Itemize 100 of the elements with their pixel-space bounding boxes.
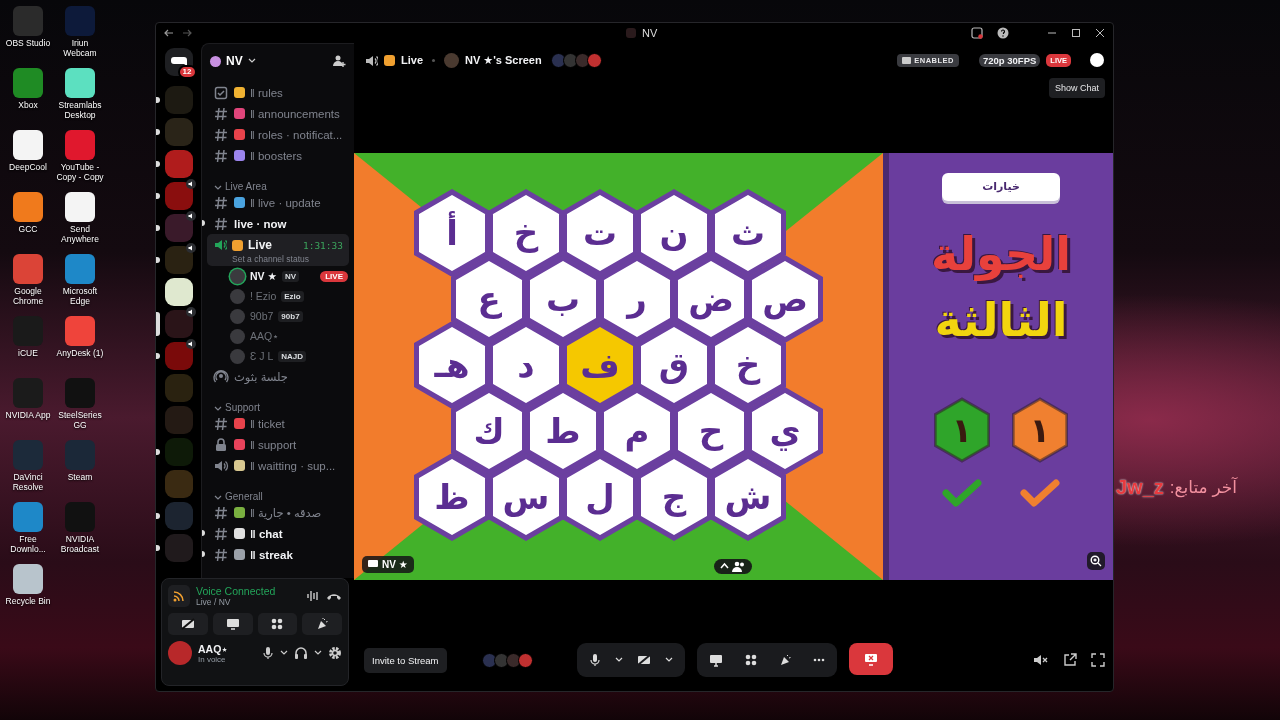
help-icon[interactable] [997, 27, 1009, 39]
member-name[interactable]: Ɛ J L [250, 350, 274, 362]
settings-icon[interactable] [328, 646, 342, 660]
add-member-icon[interactable] [332, 54, 346, 68]
channel-item[interactable]: ‖ boosters [207, 145, 349, 166]
channel-name[interactable]: Live [401, 54, 423, 66]
letter-tile[interactable]: ن [636, 188, 712, 277]
letter-tile[interactable]: ي [747, 386, 823, 475]
letter-tile[interactable]: أ [414, 188, 490, 277]
letter-tile[interactable]: ط [525, 386, 601, 475]
server-name[interactable]: NV [226, 54, 243, 68]
channel-item[interactable]: ‖ announcements [207, 103, 349, 124]
mute-icon[interactable] [1033, 653, 1049, 667]
app-label[interactable]: Send Anywhere [54, 224, 106, 244]
channel-item[interactable]: ‖ support [207, 434, 349, 455]
invite-button[interactable]: Invite to Stream [364, 647, 447, 673]
channel-item[interactable]: ‖ rules [207, 82, 349, 103]
close-icon[interactable] [1095, 28, 1105, 38]
app-label[interactable]: DeepCool [2, 162, 54, 172]
app-label[interactable]: GCC [2, 224, 54, 234]
user-avatar[interactable] [168, 641, 192, 665]
letter-tile[interactable]: ع [451, 254, 527, 343]
app-label[interactable]: DaVinci Resolve [2, 472, 54, 492]
headphones-icon[interactable] [294, 646, 308, 660]
letter-tile[interactable]: ف [562, 320, 638, 409]
channel-item[interactable]: ‖ streak [207, 544, 349, 565]
back-icon[interactable] [164, 28, 174, 38]
letter-tile[interactable]: م [599, 386, 675, 475]
server-icon[interactable] [164, 278, 193, 306]
app-label[interactable]: Iriun Webcam [54, 38, 106, 58]
voice-location[interactable]: Live / NV [196, 597, 300, 607]
app-label[interactable]: Recycle Bin [2, 596, 54, 606]
app-label[interactable]: iCUE [2, 348, 54, 358]
app-icon[interactable] [65, 192, 95, 222]
letter-tile[interactable]: ر [599, 254, 675, 343]
stop-stream-button[interactable] [848, 643, 893, 675]
app-icon[interactable] [13, 564, 43, 594]
show-chat-button[interactable] [1089, 52, 1105, 68]
waveform-icon[interactable] [306, 589, 320, 603]
app-icon[interactable] [65, 68, 95, 98]
letter-tile[interactable]: ث [710, 188, 786, 277]
letter-tile[interactable]: ظ [414, 452, 490, 541]
app-label[interactable]: NVIDIA App [2, 410, 54, 420]
letter-tile[interactable]: خ [710, 320, 786, 409]
channel-item[interactable]: ‖ roles · notificat... [207, 124, 349, 145]
channel-item[interactable]: ‖ chat [207, 523, 349, 544]
channel-item[interactable]: live · now [207, 213, 349, 234]
category-header[interactable]: Generall [202, 482, 354, 502]
category-header[interactable]: Support [202, 393, 354, 413]
channel-item[interactable]: ‖ waitting · sup... [207, 455, 349, 476]
activities-button[interactable] [257, 613, 298, 635]
app-label[interactable]: SteelSeries GG [54, 410, 106, 430]
letter-tile[interactable]: هـ [414, 320, 490, 409]
home-button[interactable]: 12 [164, 48, 193, 76]
letter-tile[interactable]: د [488, 320, 564, 409]
letter-tile[interactable]: ت [562, 188, 638, 277]
screen-share-button[interactable] [212, 613, 253, 635]
letter-tile[interactable]: ل [562, 452, 638, 541]
camera-off-button[interactable] [168, 613, 208, 635]
member-name[interactable]: AAQ⋆ [250, 330, 279, 342]
app-label[interactable]: OBS Studio [2, 38, 54, 48]
app-icon[interactable] [13, 130, 43, 160]
member-name[interactable]: 90b7 [250, 310, 274, 322]
app-label[interactable]: AnyDesk (1) [54, 348, 106, 358]
letter-tile[interactable]: ص [747, 254, 823, 343]
channel-item[interactable]: جلسة بثوث [207, 366, 349, 387]
app-label[interactable]: NVIDIA Broadcast [54, 534, 106, 554]
channel-item[interactable]: ‖ ticket [207, 413, 349, 434]
app-label[interactable]: Steam [54, 472, 106, 482]
letter-tile[interactable]: خ [488, 188, 564, 277]
options-button[interactable]: خيارات [942, 172, 1060, 201]
forward-icon[interactable] [182, 28, 192, 38]
soundboard-button[interactable] [302, 613, 342, 635]
letter-tile[interactable]: ب [525, 254, 601, 343]
app-label[interactable]: Microsoft Edge [54, 286, 106, 306]
app-label[interactable]: Free Downlo... [2, 534, 54, 554]
member-name[interactable]: NV ★ [250, 270, 277, 282]
letter-tile[interactable]: ح [673, 386, 749, 475]
app-label[interactable]: YouTube - Copy - Copy [54, 162, 106, 182]
app-label[interactable]: Streamlabs Desktop [54, 100, 106, 120]
voice-channel[interactable]: Live 1:31:33 Set a channel status [207, 234, 349, 266]
member-name[interactable]: ! Ezio [250, 290, 277, 302]
letter-tile[interactable]: س [488, 452, 564, 541]
app-icon[interactable] [13, 192, 43, 222]
app-label[interactable]: Xbox [2, 100, 54, 110]
letter-tile[interactable]: ج [636, 452, 712, 541]
microphone-icon[interactable] [262, 646, 274, 660]
chevron-icon[interactable] [314, 649, 322, 657]
maximize-icon[interactable] [1071, 28, 1081, 38]
letter-tile[interactable]: ق [636, 320, 712, 409]
inbox-icon[interactable] [971, 27, 983, 39]
app-label[interactable]: Google Chrome [2, 286, 54, 306]
channel-item[interactable]: ‖ صدقه • جارية [207, 502, 349, 523]
channel-item[interactable]: ‖ live · update [207, 192, 349, 213]
fullscreen-icon[interactable] [1091, 653, 1105, 667]
category-header[interactable]: Live Area [202, 172, 354, 192]
letter-tile[interactable]: ش [710, 452, 786, 541]
chevron-icon[interactable] [280, 649, 288, 657]
letter-tile[interactable]: ك [451, 386, 527, 475]
pop-out-icon[interactable] [1063, 653, 1077, 667]
